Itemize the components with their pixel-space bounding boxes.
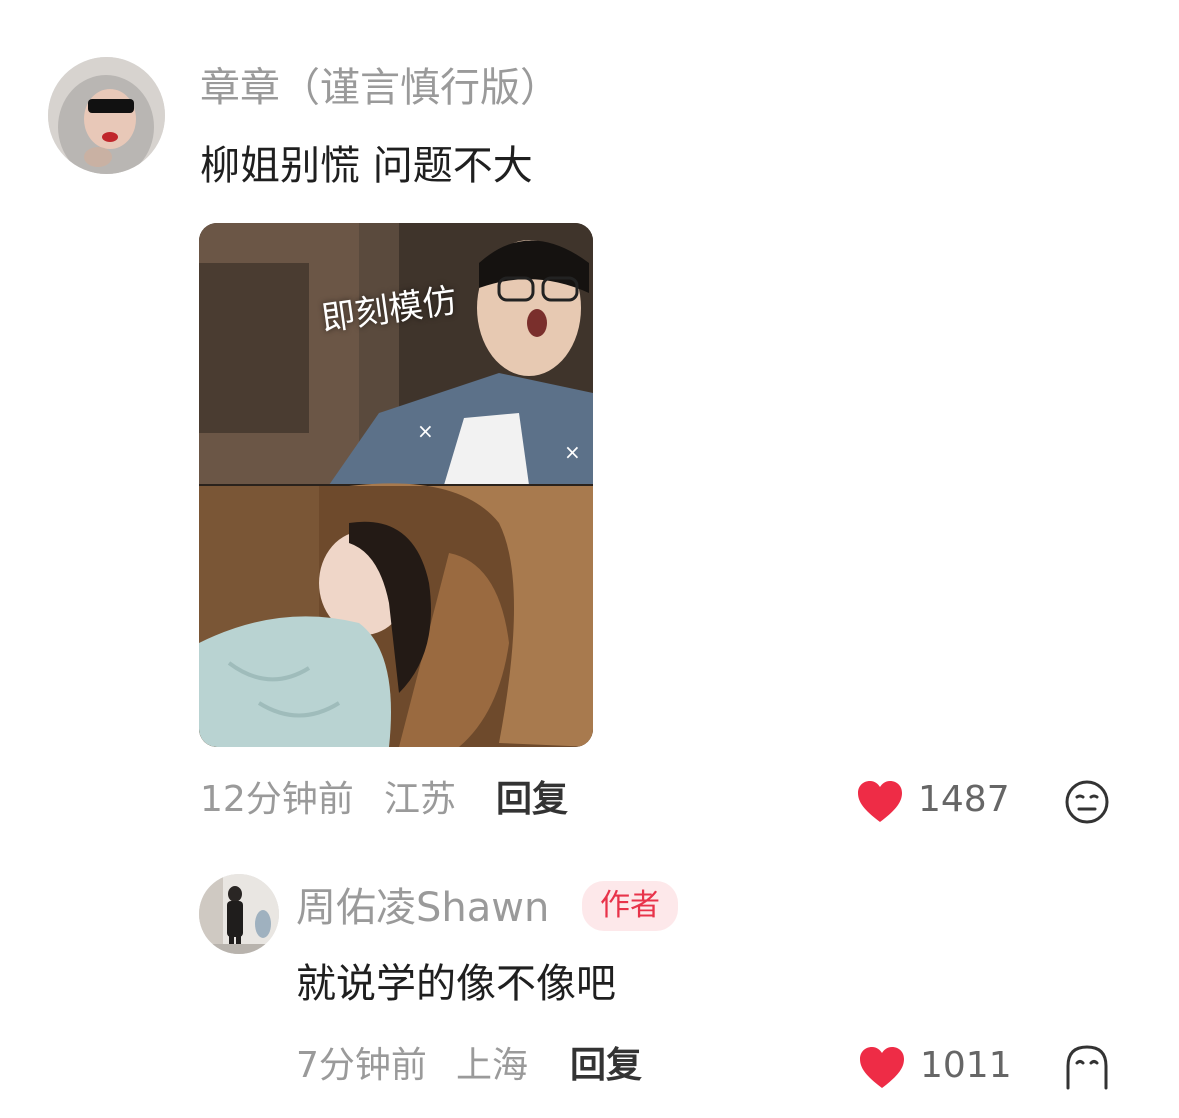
reply-item: 周佑凌Shawn 作者 就说学的像不像吧 7分钟前 上海 回复 1011 xyxy=(0,860,1179,1118)
like-button[interactable]: 1487 xyxy=(856,778,1010,824)
avatar-image xyxy=(199,874,279,954)
reaction-button[interactable] xyxy=(1064,1044,1110,1090)
comment-location: 江苏 xyxy=(384,779,457,820)
comment-text: 柳姐别慌 问题不大 xyxy=(200,143,533,189)
avatar[interactable] xyxy=(199,874,279,954)
reply-username[interactable]: 周佑凌Shawn xyxy=(296,888,549,928)
comment-username[interactable]: 章章（谨言慎行版） xyxy=(200,68,560,108)
like-count: 1011 xyxy=(920,1045,1012,1086)
neutral-face-icon xyxy=(1065,780,1109,824)
avatar[interactable] xyxy=(48,57,165,174)
like-count: 1487 xyxy=(918,779,1010,820)
reaction-button[interactable] xyxy=(1064,779,1110,825)
heart-icon xyxy=(860,1047,904,1088)
reply-button[interactable]: 回复 xyxy=(496,782,568,818)
like-button[interactable]: 1011 xyxy=(858,1044,1012,1090)
comment-time: 12分钟前 xyxy=(200,779,354,820)
ghost-face-icon xyxy=(1066,1045,1108,1090)
svg-text:×: × xyxy=(564,440,581,464)
reply-text: 就说学的像不像吧 xyxy=(296,961,616,1007)
reply-button[interactable]: 回复 xyxy=(570,1048,642,1084)
reply-time: 7分钟前 xyxy=(296,1045,427,1086)
reply-location: 上海 xyxy=(456,1045,529,1086)
avatar-image xyxy=(48,57,165,174)
svg-text:×: × xyxy=(417,419,434,443)
heart-icon xyxy=(858,781,902,822)
comment-item: 章章（谨言慎行版） 柳姐别慌 问题不大 × × 即刻模仿 12分钟前 江苏 回复… xyxy=(0,0,1179,840)
author-badge: 作者 xyxy=(582,881,678,931)
comment-image[interactable]: × × 即刻模仿 xyxy=(199,223,593,747)
